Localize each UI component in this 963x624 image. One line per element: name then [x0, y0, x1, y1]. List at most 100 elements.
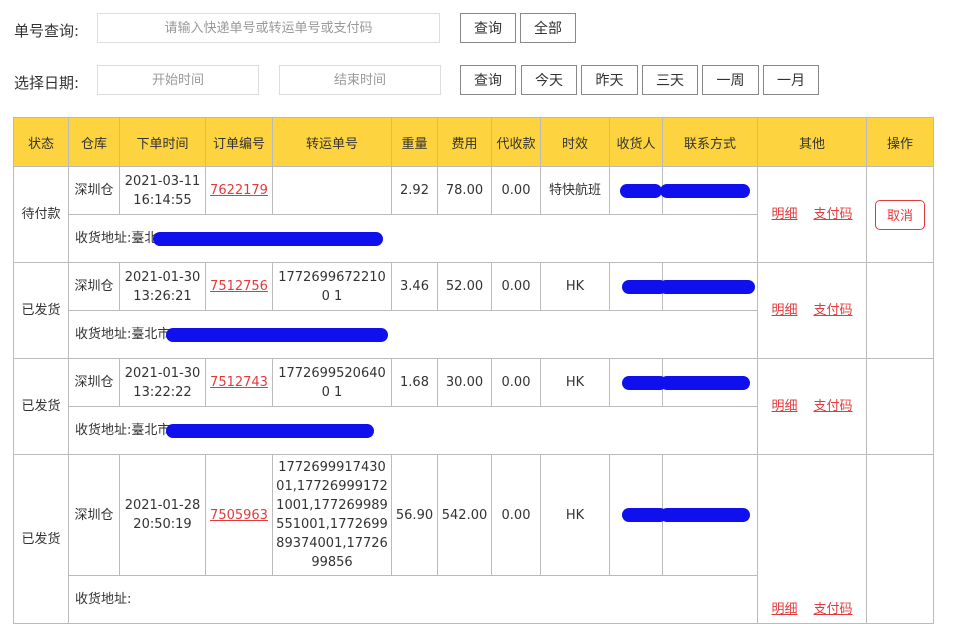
aging-cell: HK	[540, 262, 610, 311]
header-transfer-no: 转运单号	[272, 117, 392, 167]
receiver-cell	[609, 166, 663, 215]
pay-code-link[interactable]: 支付码	[814, 303, 853, 318]
table-row: 已发货 深圳仓 2021-01-30 13:22:22 7512743 17726…	[13, 358, 934, 455]
fee-cell: 542.00	[437, 454, 492, 576]
address-cell: 收货地址:臺北市	[68, 310, 758, 359]
other-cell: 明细 支付码	[757, 262, 867, 359]
aging-cell: 特快航班	[540, 166, 610, 215]
address-cell: 收货地址:臺北	[68, 214, 758, 263]
redaction-mark	[620, 183, 662, 198]
fee-cell: 78.00	[437, 166, 492, 215]
redaction-mark	[166, 327, 389, 342]
status-cell: 已发货	[13, 262, 69, 359]
receiver-cell	[609, 262, 667, 311]
warehouse-cell: 深圳仓	[68, 454, 120, 576]
pay-code-link[interactable]: 支付码	[814, 207, 853, 222]
cancel-button[interactable]: 取消	[875, 199, 925, 230]
transfer-no-cell: 17726995206400 1	[272, 358, 392, 407]
order-time-cell: 2021-01-30 13:26:21	[119, 262, 206, 311]
contact-cell	[660, 166, 758, 215]
header-warehouse: 仓库	[68, 117, 120, 167]
cod-cell: 0.00	[491, 166, 541, 215]
date-label: 选择日期:	[14, 74, 80, 92]
warehouse-cell: 深圳仓	[68, 166, 120, 215]
receiver-cell	[609, 358, 667, 407]
redaction-mark	[660, 183, 750, 198]
order-no-link[interactable]: 7512743	[210, 375, 268, 390]
weight-cell: 2.92	[391, 166, 438, 215]
action-cell	[866, 262, 934, 359]
date-query-button[interactable]: 查询	[460, 65, 516, 95]
order-no-link[interactable]: 7622179	[210, 183, 268, 198]
pay-code-link[interactable]: 支付码	[814, 602, 853, 617]
contact-cell	[660, 358, 758, 407]
header-status: 状态	[13, 117, 69, 167]
table-header-row: 状态 仓库 下单时间 订单编号 转运单号 重量 费用 代收款 时效 收货人 联系…	[13, 117, 934, 167]
pay-code-link[interactable]: 支付码	[814, 399, 853, 414]
transfer-no-cell: 17726996722100 1	[272, 262, 392, 311]
weight-cell: 3.46	[391, 262, 438, 311]
all-button[interactable]: 全部	[520, 13, 576, 43]
header-action: 操作	[866, 117, 934, 167]
transfer-no-cell: 177269991743001,177269991721001,17726998…	[272, 454, 392, 576]
weight-cell: 56.90	[391, 454, 438, 576]
aging-cell: HK	[540, 454, 610, 576]
cod-cell: 0.00	[491, 262, 541, 311]
status-cell: 已发货	[13, 454, 69, 624]
redaction-mark	[660, 508, 750, 522]
redaction-mark	[153, 231, 384, 246]
redaction-mark	[166, 423, 375, 438]
end-date-input[interactable]	[279, 65, 441, 95]
order-no-cell: 7622179	[205, 166, 273, 215]
header-receiver: 收货人	[609, 117, 663, 167]
search-label: 单号查询:	[14, 22, 80, 40]
other-cell: 明细 支付码	[757, 454, 867, 624]
cod-cell: 0.00	[491, 454, 541, 576]
weight-cell: 1.68	[391, 358, 438, 407]
action-cell: 取消	[866, 166, 934, 263]
order-no-link[interactable]: 7512756	[210, 279, 268, 294]
order-time-cell: 2021-01-30 13:22:22	[119, 358, 206, 407]
three-days-button[interactable]: 三天	[642, 65, 698, 95]
order-no-cell: 7505963	[205, 454, 273, 576]
today-button[interactable]: 今天	[521, 65, 577, 95]
warehouse-cell: 深圳仓	[68, 358, 120, 407]
contact-cell	[660, 454, 758, 576]
status-cell: 待付款	[13, 166, 69, 263]
order-no-link[interactable]: 7505963	[210, 508, 268, 523]
detail-link[interactable]: 明细	[771, 207, 797, 222]
start-date-input[interactable]	[97, 65, 259, 95]
yesterday-button[interactable]: 昨天	[581, 65, 638, 95]
table-row: 已发货 深圳仓 2021-01-28 20:50:19 7505963 17726…	[13, 454, 934, 624]
search-row: 单号查询: 查询 全部	[0, 13, 963, 47]
header-order-no: 订单编号	[205, 117, 273, 167]
week-button[interactable]: 一周	[702, 65, 759, 95]
contact-cell	[659, 262, 758, 311]
header-cod: 代收款	[491, 117, 541, 167]
address-value: 臺北市	[131, 327, 171, 342]
search-input[interactable]	[97, 13, 440, 43]
status-cell: 已发货	[13, 358, 69, 455]
order-no-cell: 7512743	[205, 358, 273, 407]
fee-cell: 52.00	[437, 262, 492, 311]
table-row: 已发货 深圳仓 2021-01-30 13:26:21 7512756 17726…	[13, 262, 934, 359]
month-button[interactable]: 一月	[763, 65, 819, 95]
detail-link[interactable]: 明细	[771, 303, 797, 318]
action-cell	[866, 454, 934, 624]
header-contact: 联系方式	[662, 117, 758, 167]
header-aging: 时效	[540, 117, 610, 167]
address-label: 收货地址:	[75, 423, 132, 438]
address-value: 臺北市	[131, 423, 171, 438]
aging-cell: HK	[540, 358, 610, 407]
fee-cell: 30.00	[437, 358, 492, 407]
receiver-cell	[609, 454, 667, 576]
date-row: 选择日期: 查询 今天 昨天 三天 一周 一月	[0, 65, 963, 99]
other-cell: 明细 支付码	[757, 166, 867, 263]
search-query-button[interactable]: 查询	[460, 13, 516, 43]
detail-link[interactable]: 明细	[771, 399, 797, 414]
header-weight: 重量	[391, 117, 438, 167]
order-time-cell: 2021-01-28 20:50:19	[119, 454, 206, 576]
order-no-cell: 7512756	[205, 262, 273, 311]
header-order-time: 下单时间	[119, 117, 206, 167]
detail-link[interactable]: 明细	[771, 602, 797, 617]
